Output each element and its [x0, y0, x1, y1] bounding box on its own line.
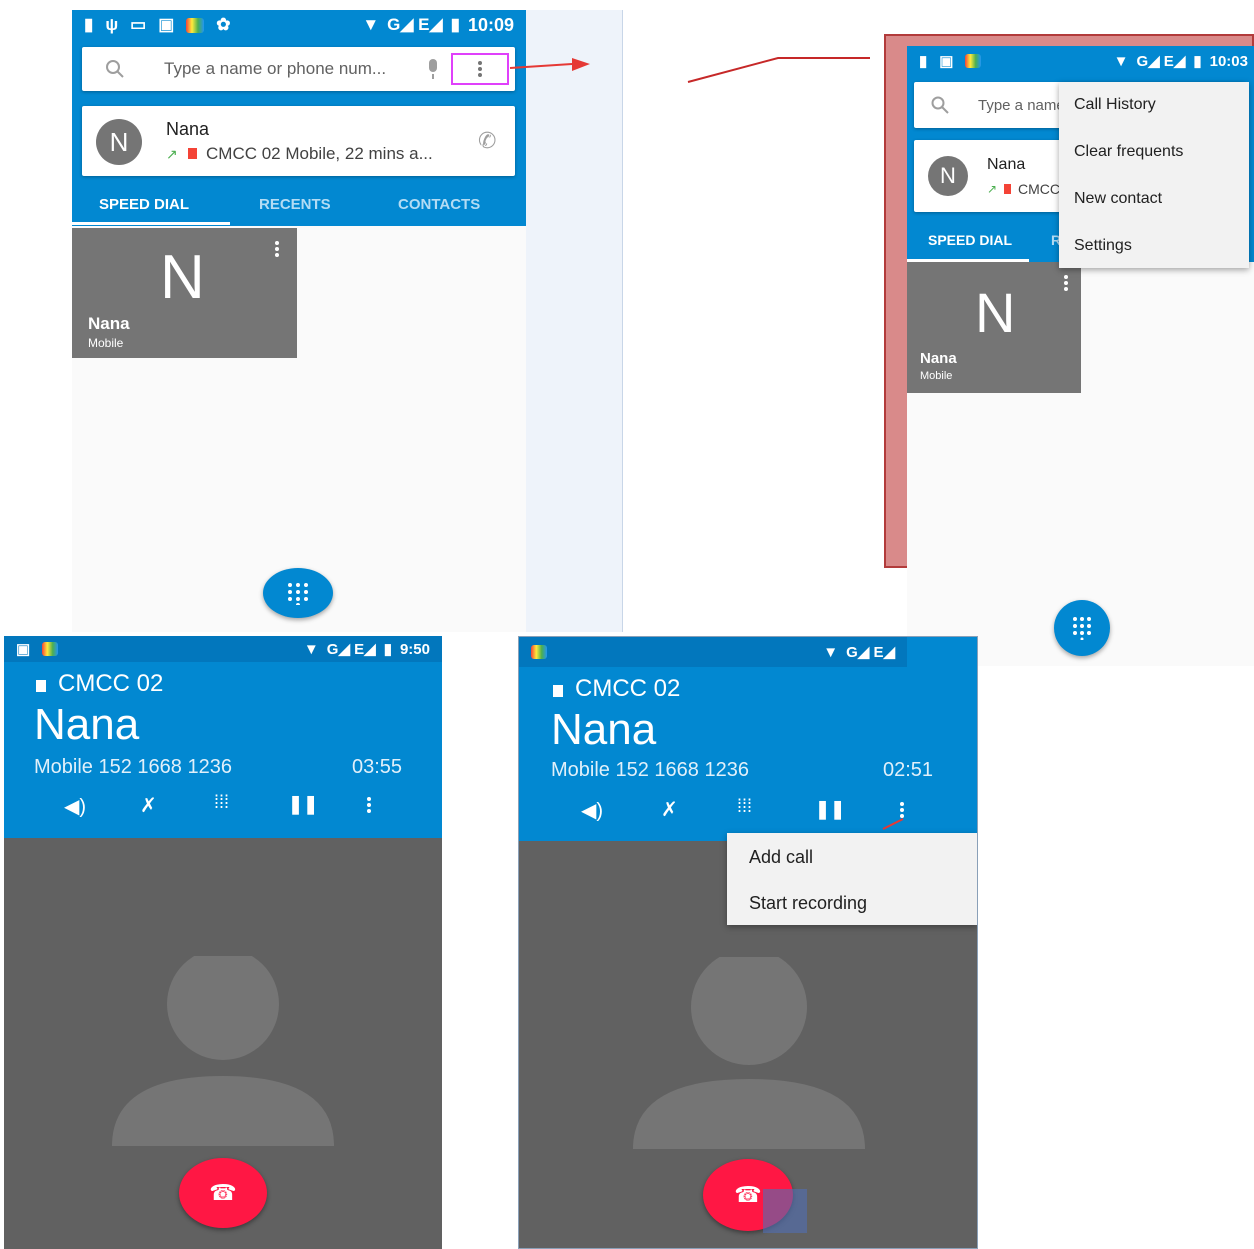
dialpad-icon[interactable]: ⁞⁞⁞ — [737, 796, 752, 817]
status-bar: ▼ G◢ E◢ — [519, 637, 907, 667]
panel-top-right: ▮ ▣ ▼ G◢ E◢ ▮ 10:03 Type a name N Nana ↗… — [907, 46, 1254, 666]
contact-name: Nana — [166, 119, 210, 139]
clock: 9:50 — [399, 640, 430, 658]
tab-indicator — [72, 222, 230, 225]
clock: 10:03 — [1209, 52, 1248, 70]
tab-speed-dial[interactable]: SPEED DIAL — [99, 196, 189, 213]
tile-type: Mobile — [920, 370, 953, 382]
menu-item-call-history[interactable]: Call History — [1074, 96, 1156, 114]
menu-item-add-call[interactable]: Add call — [749, 847, 813, 868]
watermark-logo — [763, 1189, 807, 1233]
panel-bottom-right: ▼ G◢ E◢ CMCC 02 Nana Mobile 152 1668 123… — [518, 636, 978, 1249]
phone-icon[interactable]: ✆ — [478, 128, 496, 154]
menu-item-start-recording[interactable]: Start recording — [749, 893, 867, 914]
tile-name: Nana — [920, 350, 957, 367]
status-bar: ▮ ▣ ▼ G◢ E◢ ▮ 10:03 — [907, 46, 1254, 76]
menu-item-settings[interactable]: Settings — [1074, 237, 1132, 255]
network-indicator: G◢ E◢ — [846, 644, 895, 661]
mute-icon[interactable]: ✗ — [661, 797, 678, 822]
more-vert-icon[interactable] — [274, 240, 280, 258]
caller-name: Nana — [551, 705, 657, 754]
tile-letter: N — [975, 281, 1016, 344]
sim-icon — [188, 148, 197, 159]
search-icon — [931, 96, 949, 114]
call-duration: 03:55 — [352, 756, 403, 778]
tab-speed-dial[interactable]: SPEED DIAL — [928, 232, 1012, 248]
dialpad-icon[interactable]: ⁞⁞⁞ — [214, 792, 229, 813]
caller-photo-area: ☎ — [4, 838, 442, 1249]
speaker-icon[interactable]: ◀) — [64, 794, 86, 819]
mute-icon[interactable]: ✗ — [140, 793, 157, 818]
wifi-icon: ▼ — [1113, 52, 1129, 70]
tile-letter: N — [160, 243, 205, 312]
end-call-icon: ☎ — [209, 1180, 237, 1205]
sim-name: CMCC 02 — [58, 670, 164, 697]
network-indicator: G◢ E◢ — [326, 641, 376, 658]
outgoing-arrow-icon: ↗ — [166, 146, 178, 162]
call-duration: 02:51 — [883, 759, 934, 781]
dialpad-icon — [1073, 617, 1091, 640]
dialpad-fab[interactable] — [263, 568, 333, 618]
caller-number: Mobile 152 1668 1236 — [34, 756, 232, 778]
more-vert-icon[interactable] — [1063, 274, 1069, 292]
sim-name: CMCC 02 — [575, 675, 681, 702]
overflow-menu: Add call Start recording — [727, 833, 977, 925]
wifi-icon: ▼ — [823, 643, 839, 661]
person-silhouette-icon — [633, 957, 865, 1149]
sd-card-icon: ▮ — [919, 53, 928, 70]
caller-number: Mobile 152 1668 1236 — [551, 759, 749, 781]
network-indicator: G◢ E◢ — [1136, 53, 1186, 70]
overflow-menu: Call History Clear frequents New contact… — [1059, 82, 1249, 268]
sim-icon — [553, 685, 563, 697]
avatar: N — [928, 156, 968, 196]
hold-icon[interactable]: ❚❚ — [815, 799, 845, 820]
end-call-icon: ☎ — [734, 1182, 762, 1207]
hold-icon[interactable]: ❚❚ — [288, 794, 318, 815]
annotation-arrow — [882, 818, 904, 830]
tile-name: Nana — [88, 314, 130, 333]
avatar: N — [96, 119, 142, 165]
image-icon: ▣ — [16, 641, 31, 658]
app-icon — [42, 642, 59, 656]
end-call-button[interactable]: ☎ — [179, 1158, 267, 1228]
image-icon: ▣ — [939, 53, 954, 70]
dialpad-icon — [288, 583, 308, 605]
call-detail: CMCC 02 Mobile, 22 mins a... — [206, 144, 433, 163]
battery-icon: ▮ — [1193, 53, 1202, 70]
outgoing-arrow-icon: ↗ — [987, 182, 998, 196]
menu-item-clear-frequents[interactable]: Clear frequents — [1074, 143, 1183, 161]
menu-item-new-contact[interactable]: New contact — [1074, 190, 1162, 208]
app-icon — [531, 645, 547, 659]
speed-dial-tile[interactable]: N Nana Mobile — [907, 262, 1081, 393]
speed-dial-tile[interactable]: N Nana Mobile — [72, 228, 297, 358]
speaker-icon[interactable]: ◀) — [581, 798, 603, 823]
caller-name: Nana — [34, 700, 140, 749]
status-bar: ▣ ▼ G◢ E◢ ▮ 9:50 — [4, 636, 442, 662]
more-vert-icon[interactable] — [366, 796, 372, 814]
sim-icon — [36, 680, 46, 692]
wifi-icon: ▼ — [303, 640, 319, 658]
panel-bottom-left: ▣ ▼ G◢ E◢ ▮ 9:50 CMCC 02 Nana Mobile 152… — [4, 636, 442, 1249]
tab-recents[interactable]: RECENTS — [259, 196, 331, 213]
person-silhouette-icon — [112, 956, 334, 1146]
app-icon — [965, 54, 982, 68]
dialpad-fab[interactable] — [1054, 600, 1110, 656]
contact-name: Nana — [987, 156, 1026, 173]
call-detail: CMCC — [1018, 181, 1060, 197]
sim-icon — [1004, 184, 1011, 194]
search-input[interactable]: Type a name — [978, 97, 1065, 114]
battery-icon: ▮ — [383, 641, 392, 658]
tab-contacts[interactable]: CONTACTS — [398, 196, 480, 213]
tab-bar: SPEED DIAL RECENTS CONTACTS — [72, 190, 526, 226]
tile-type: Mobile — [88, 336, 124, 350]
